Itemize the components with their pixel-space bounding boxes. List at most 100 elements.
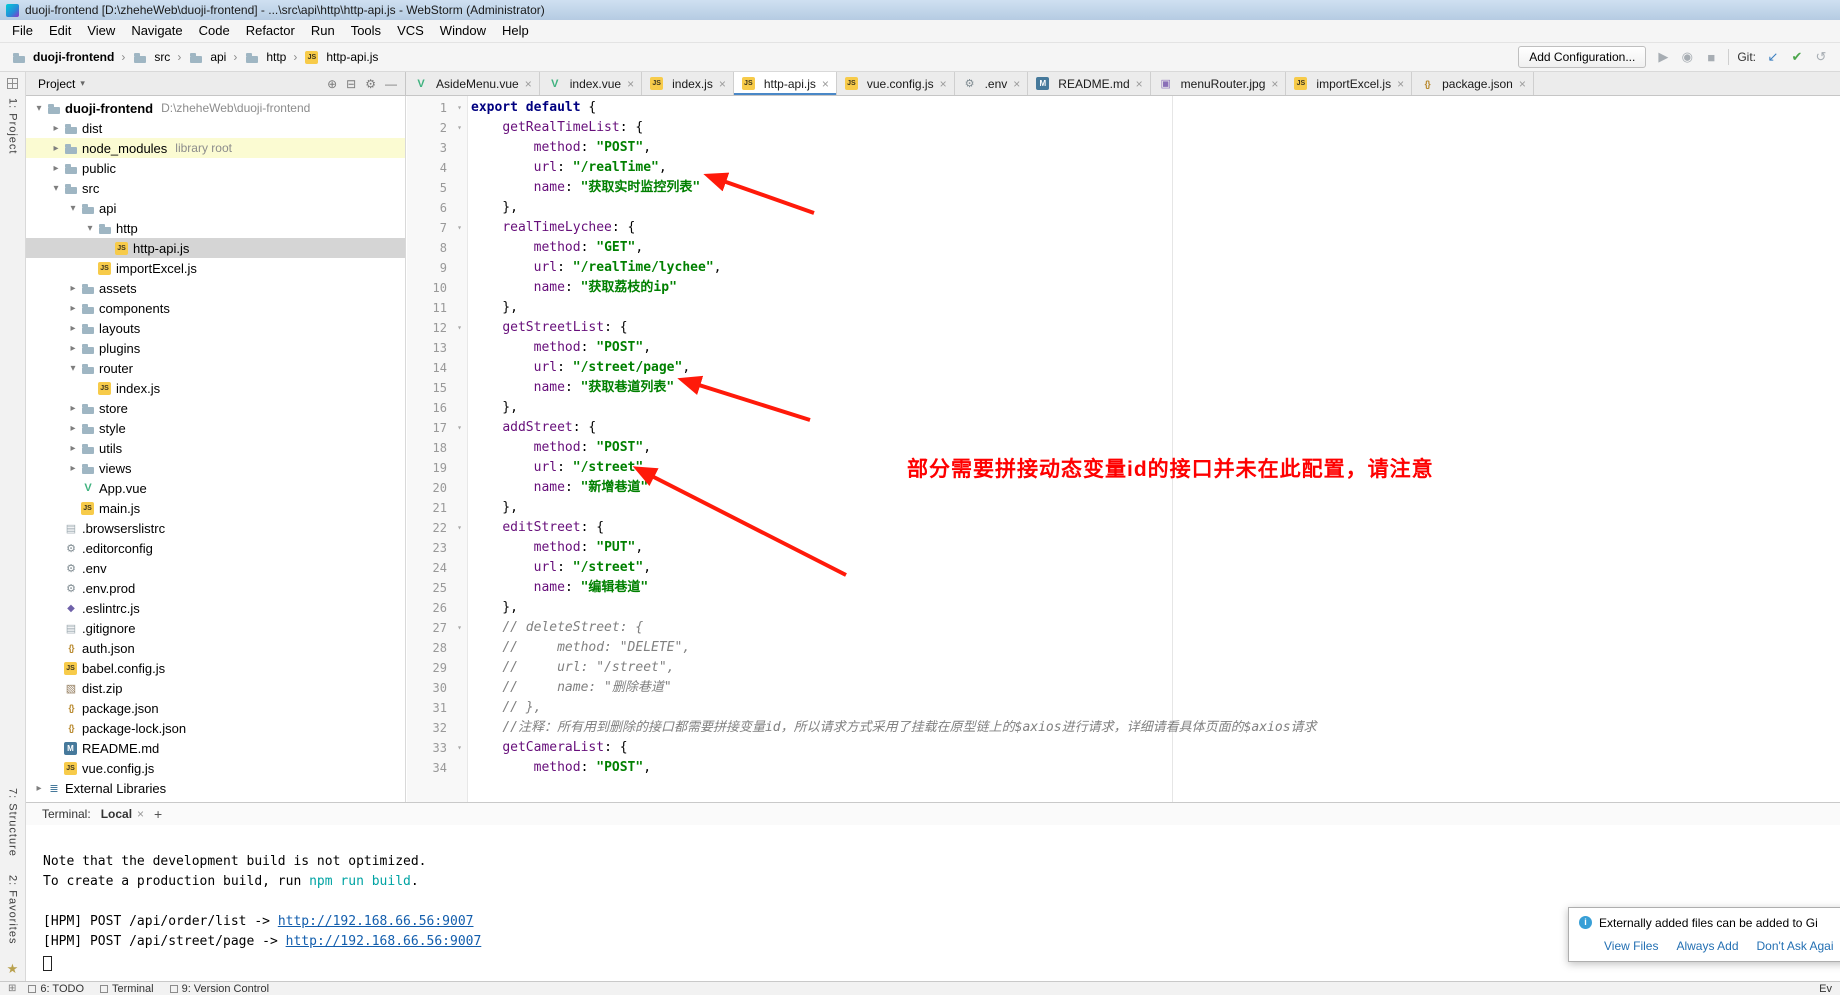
chevron-down-icon[interactable]: ▾ [66,363,80,374]
chevron-down-icon[interactable]: ▾ [32,103,46,114]
tree-item-main.js[interactable]: JSmain.js [26,498,405,518]
tab-close-icon[interactable]: × [822,77,829,91]
tab-importExcel.js[interactable]: JSimportExcel.js× [1286,72,1412,95]
tree-item-views[interactable]: ▸views [26,458,405,478]
chevron-right-icon[interactable]: ▸ [49,143,63,154]
breadcrumb-item-api[interactable]: api [185,48,229,66]
tab-close-icon[interactable]: × [1136,77,1143,91]
status-bar-item-Terminal[interactable]: Terminal [100,983,154,995]
breadcrumb-item-http[interactable]: http [241,48,289,66]
chevron-right-icon[interactable]: ▸ [66,303,80,314]
tree-item-.env.prod[interactable]: ⚙.env.prod [26,578,405,598]
notification-action-Always Add[interactable]: Always Add [1676,939,1738,953]
tab-index.vue[interactable]: Vindex.vue× [540,72,642,95]
chevron-right-icon[interactable]: ▸ [66,283,80,294]
tree-item-dist[interactable]: ▸dist [26,118,405,138]
tree-item-vue.config.js[interactable]: JSvue.config.js [26,758,405,778]
menu-item-code[interactable]: Code [191,20,238,42]
notification-action-View Files[interactable]: View Files [1604,939,1658,953]
locate-file-icon[interactable]: ⊕ [327,77,337,91]
tree-item-http-api.js[interactable]: JShttp-api.js [26,238,405,258]
tree-item-.eslintrc.js[interactable]: ◆.eslintrc.js [26,598,405,618]
update-project-icon[interactable]: ↙ [1764,49,1782,65]
tree-item-importExcel.js[interactable]: JSimportExcel.js [26,258,405,278]
tab-package.json[interactable]: {}package.json× [1412,72,1534,95]
status-bar-item-9: Version Control[interactable]: 9: Version Control [170,983,269,995]
menu-item-vcs[interactable]: VCS [389,20,432,42]
tab-close-icon[interactable]: × [1519,77,1526,91]
tab-close-icon[interactable]: × [1397,77,1404,91]
terminal-link[interactable]: http://192.168.66.56:9007 [286,934,482,949]
tree-item-http[interactable]: ▾http [26,218,405,238]
chevron-down-icon[interactable]: ▾ [83,223,97,234]
terminal-tab-local[interactable]: Local × [101,807,144,821]
tree-item-README.md[interactable]: MREADME.md [26,738,405,758]
tree-item-plugins[interactable]: ▸plugins [26,338,405,358]
chevron-right-icon[interactable]: ▸ [66,323,80,334]
tree-item-.editorconfig[interactable]: ⚙.editorconfig [26,538,405,558]
tree-item-babel.config.js[interactable]: JSbabel.config.js [26,658,405,678]
breadcrumb-item-src[interactable]: src [129,48,173,66]
hide-panel-icon[interactable]: — [385,77,397,91]
tree-item-src[interactable]: ▾src [26,178,405,198]
add-configuration-button[interactable]: Add Configuration... [1518,46,1646,68]
chevron-right-icon[interactable]: ▸ [66,423,80,434]
menu-item-run[interactable]: Run [303,20,343,42]
tab-close-icon[interactable]: × [1013,77,1020,91]
breadcrumb-item-duoji-frontend[interactable]: duoji-frontend [8,48,117,66]
menu-item-help[interactable]: Help [494,20,537,42]
stripe-button-1: Project[interactable]: 1: Project [7,98,19,154]
tab-menuRouter.jpg[interactable]: ▣menuRouter.jpg× [1151,72,1287,95]
tab-close-icon[interactable]: × [627,77,634,91]
chevron-right-icon[interactable]: ▸ [66,443,80,454]
tab-http-api.js[interactable]: JShttp-api.js× [734,72,837,95]
chevron-down-icon[interactable]: ▾ [66,203,80,214]
tree-item-.gitignore[interactable]: ▤.gitignore [26,618,405,638]
tree-item-layouts[interactable]: ▸layouts [26,318,405,338]
tree-item-components[interactable]: ▸components [26,298,405,318]
status-bar-item-6: TODO[interactable]: 6: TODO [28,983,84,995]
settings-gear-icon[interactable]: ⚙ [365,77,376,91]
menu-item-file[interactable]: File [4,20,41,42]
chevron-right-icon[interactable]: ▸ [66,343,80,354]
tab-vue.config.js[interactable]: JSvue.config.js× [837,72,955,95]
notification-action-Don't Ask Agai[interactable]: Don't Ask Agai [1757,939,1834,953]
new-terminal-session-icon[interactable]: + [154,806,162,822]
stripe-button-7: Structure[interactable]: 7: Structure [7,788,19,857]
tool-windows-icon[interactable] [7,78,18,89]
tool-window-switcher-icon[interactable]: ⊞ [8,983,16,994]
tab-README.md[interactable]: MREADME.md× [1028,72,1150,95]
chevron-right-icon[interactable]: ▸ [32,783,46,794]
project-tree[interactable]: ▾duoji-frontendD:\zheheWeb\duoji-fronten… [26,96,406,802]
tab-close-icon[interactable]: × [525,77,532,91]
chevron-down-icon[interactable]: ▾ [80,78,85,89]
chevron-down-icon[interactable]: ▾ [49,183,63,194]
tab-AsideMenu.vue[interactable]: VAsideMenu.vue× [406,72,540,95]
stop-icon[interactable]: ■ [1702,50,1720,65]
tree-item-index.js[interactable]: JSindex.js [26,378,405,398]
stripe-button-2: Favorites[interactable]: 2: Favorites [7,875,19,944]
commit-icon[interactable]: ✔ [1788,49,1806,65]
tree-item-External Libraries[interactable]: ▸≣External Libraries [26,778,405,798]
tree-item-package-lock.json[interactable]: {}package-lock.json [26,718,405,738]
chevron-right-icon[interactable]: ▸ [66,463,80,474]
menu-item-view[interactable]: View [79,20,123,42]
tree-item-App.vue[interactable]: VApp.vue [26,478,405,498]
tab-close-icon[interactable]: × [1271,77,1278,91]
tree-item-duoji-frontend[interactable]: ▾duoji-frontendD:\zheheWeb\duoji-fronten… [26,98,405,118]
breadcrumb-item-http-api.js[interactable]: JShttp-api.js [301,49,381,65]
close-icon[interactable]: × [137,807,144,821]
terminal-link[interactable]: http://192.168.66.56:9007 [278,914,474,929]
menu-item-navigate[interactable]: Navigate [123,20,190,42]
tree-item-node_modules[interactable]: ▸node_moduleslibrary root [26,138,405,158]
tree-item-dist.zip[interactable]: ▧dist.zip [26,678,405,698]
tree-item-.env[interactable]: ⚙.env [26,558,405,578]
tab-close-icon[interactable]: × [940,77,947,91]
run-with-coverage-icon[interactable]: ◉ [1678,49,1696,65]
tree-item-router[interactable]: ▾router [26,358,405,378]
tree-item-utils[interactable]: ▸utils [26,438,405,458]
event-log-label[interactable]: Ev [1819,983,1832,995]
tree-item-api[interactable]: ▾api [26,198,405,218]
menu-item-window[interactable]: Window [432,20,494,42]
code-editor[interactable]: 1▾export default {2▾ getRealTimeList: {3… [407,96,1840,802]
